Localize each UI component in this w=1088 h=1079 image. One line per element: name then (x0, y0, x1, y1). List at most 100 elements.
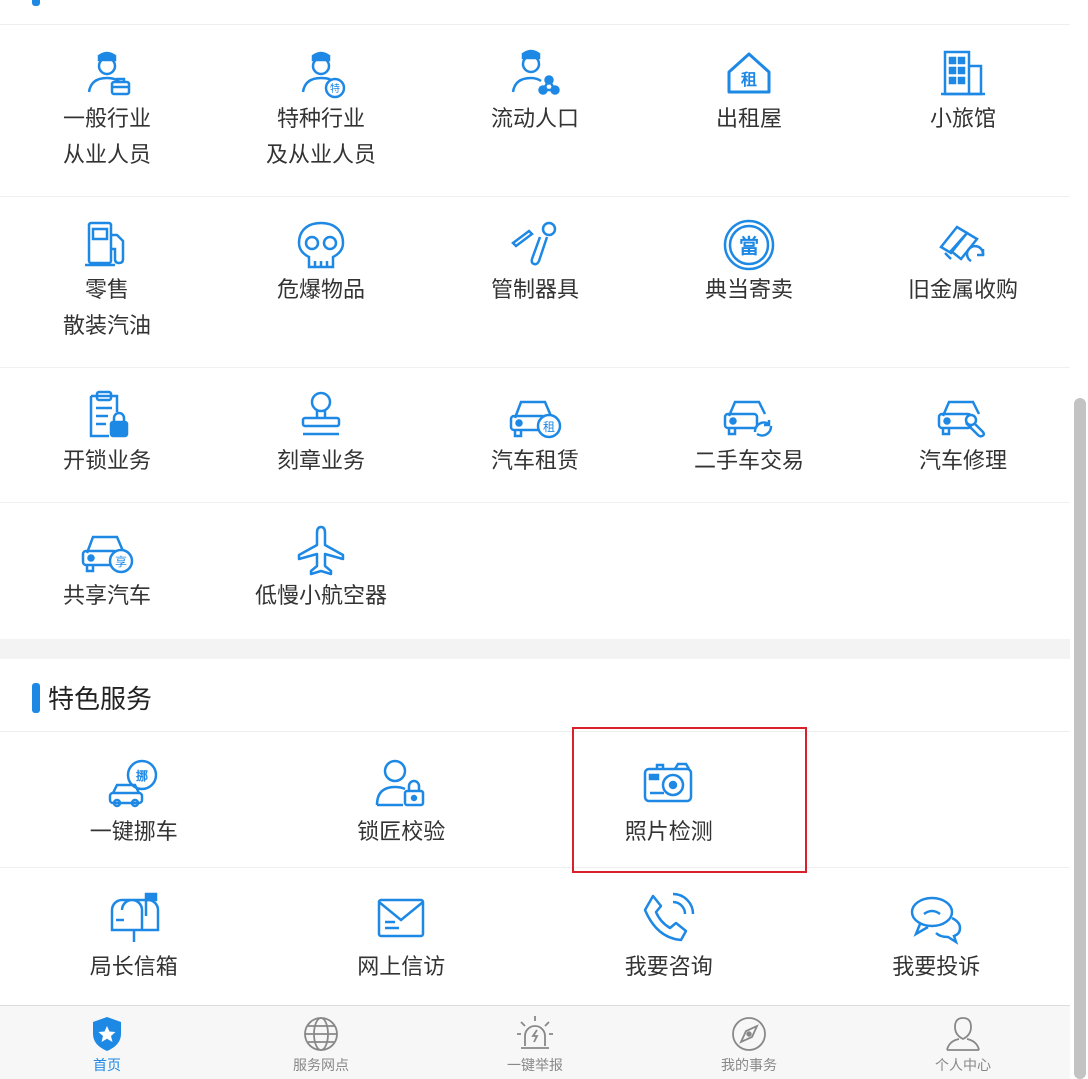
svg-text:享: 享 (115, 554, 127, 569)
service-item-retail-fuel[interactable]: 零售 散装汽油 (0, 197, 214, 367)
section2-grid: 挪 一键挪车 锁匠校验 照片检测 局长信箱 网上信访 我要咨询 我要投诉 (0, 733, 1070, 1005)
feature-item-complaint[interactable]: 我要投诉 (803, 868, 1071, 1005)
airplane-icon (293, 523, 349, 579)
feature-item-director-mailbox[interactable]: 局长信箱 (0, 868, 268, 1005)
car-rent-icon: 租 (507, 388, 563, 444)
envelope-icon (373, 890, 429, 946)
item-label: 小旅馆 (929, 107, 996, 132)
section2-title: 特色服务 (48, 685, 153, 715)
person-network-icon (507, 46, 563, 102)
item-label: 局长信箱 (89, 955, 178, 980)
tab-home[interactable]: 首页 (0, 1006, 214, 1079)
section-accent-bar (32, 683, 40, 713)
grid-row: 零售 散装汽油 危爆物品 管制器具 當 典当寄卖 旧金属收购 (0, 197, 1070, 368)
section-accent-bar (32, 0, 40, 6)
service-item-small-hotel[interactable]: 小旅馆 (856, 26, 1070, 196)
service-item-controlled-tools[interactable]: 管制器具 (428, 197, 642, 367)
item-label: 危爆物品 (276, 278, 365, 303)
item-label: 流动人口 (490, 107, 579, 132)
service-item-seal-carving[interactable]: 刻章业务 (214, 368, 428, 502)
bottom-tab-bar: 首页 服务网点 一键举报 我的事务 个人中心 (0, 1005, 1070, 1079)
svg-text:當: 當 (739, 234, 759, 258)
item-label: 零售 (84, 278, 129, 303)
scrollbar[interactable] (1074, 398, 1086, 1079)
item-label: 我要投诉 (892, 955, 981, 980)
empty-cell (642, 503, 856, 638)
item-label: 汽车修理 (918, 449, 1007, 474)
tab-label: 我的事务 (721, 1058, 777, 1074)
item-label: 二手车交易 (693, 449, 804, 474)
chat-bubbles-icon (908, 890, 964, 946)
empty-cell (803, 733, 1071, 867)
feature-item-move-car[interactable]: 挪 一键挪车 (0, 733, 268, 867)
service-item-car-rental[interactable]: 租 汽车租赁 (428, 368, 642, 502)
skull-icon (293, 217, 349, 273)
item-label: 开锁业务 (62, 449, 151, 474)
grid-row: 局长信箱 网上信访 我要咨询 我要投诉 (0, 868, 1070, 1005)
phone-call-icon (641, 890, 697, 946)
section1-header (0, 0, 1070, 25)
tab-service-outlets[interactable]: 服务网点 (214, 1006, 428, 1079)
item-label: 特种行业 (276, 107, 365, 132)
service-item-low-slow-small-aircraft[interactable]: 低慢小航空器 (214, 503, 428, 638)
person-special-icon: 特 (293, 46, 349, 102)
grid-row: 开锁业务 刻章业务 租 汽车租赁 二手车交易 汽车修理 (0, 368, 1070, 503)
service-item-general-industry[interactable]: 一般行业 从业人员 (0, 26, 214, 196)
person-briefcase-icon (79, 46, 135, 102)
item-label: 旧金属收购 (907, 278, 1018, 303)
compass-icon (729, 1014, 769, 1054)
empty-cell (856, 503, 1070, 638)
tab-label: 一键举报 (507, 1058, 563, 1074)
item-label: 网上信访 (357, 955, 446, 980)
service-item-hazardous-items[interactable]: 危爆物品 (214, 197, 428, 367)
alarm-light-icon (515, 1014, 555, 1054)
user-icon (943, 1014, 983, 1054)
service-item-car-sharing[interactable]: 享 共享汽车 (0, 503, 214, 638)
item-label: 汽车租赁 (490, 449, 579, 474)
item-label: 共享汽车 (62, 584, 151, 609)
tab-label: 首页 (93, 1058, 121, 1074)
feature-item-consult[interactable]: 我要咨询 (535, 868, 803, 1005)
service-item-rental-house[interactable]: 租 出租屋 (642, 26, 856, 196)
service-item-scrap-metal[interactable]: 旧金属收购 (856, 197, 1070, 367)
item-label: 刻章业务 (276, 449, 365, 474)
item-label-line2: 从业人员 (62, 143, 151, 168)
scrap-metal-icon (935, 217, 991, 273)
tab-one-click-report[interactable]: 一键举报 (428, 1006, 642, 1079)
globe-icon (301, 1014, 341, 1054)
tab-personal-center[interactable]: 个人中心 (856, 1006, 1070, 1079)
item-label-line2: 及从业人员 (265, 143, 376, 168)
service-item-floating-population[interactable]: 流动人口 (428, 26, 642, 196)
stamp-icon (293, 388, 349, 444)
service-item-special-industry[interactable]: 特 特种行业 及从业人员 (214, 26, 428, 196)
clipboard-lock-icon (79, 388, 135, 444)
feature-item-online-petition[interactable]: 网上信访 (268, 868, 536, 1005)
feature-item-photo-check[interactable]: 照片检测 (535, 733, 803, 867)
service-item-car-repair[interactable]: 汽车修理 (856, 368, 1070, 502)
tab-my-affairs[interactable]: 我的事务 (642, 1006, 856, 1079)
item-label: 典当寄卖 (704, 278, 793, 303)
service-item-used-car-trade[interactable]: 二手车交易 (642, 368, 856, 502)
fuel-pump-icon (79, 217, 135, 273)
pawn-icon: 當 (721, 217, 777, 273)
item-label: 出租屋 (715, 107, 782, 132)
grid-row: 享 共享汽车 低慢小航空器 (0, 503, 1070, 638)
item-label: 一般行业 (62, 107, 151, 132)
item-label: 照片检测 (624, 820, 713, 845)
empty-cell (428, 503, 642, 638)
section1-grid: 一般行业 从业人员 特 特种行业 及从业人员 流动人口 租 出租屋 小旅馆 零售… (0, 26, 1070, 638)
police-badge-icon (87, 1014, 127, 1054)
service-item-pawn-consignment[interactable]: 當 典当寄卖 (642, 197, 856, 367)
feature-item-locksmith-verify[interactable]: 锁匠校验 (268, 733, 536, 867)
svg-text:挪: 挪 (136, 768, 148, 783)
svg-text:特: 特 (330, 83, 340, 95)
camera-icon (641, 755, 697, 811)
tab-label: 个人中心 (935, 1058, 991, 1074)
service-item-unlocking[interactable]: 开锁业务 (0, 368, 214, 502)
tab-label: 服务网点 (293, 1058, 349, 1074)
car-exchange-icon (721, 388, 777, 444)
controlled-tool-icon (507, 217, 563, 273)
mailbox-icon (106, 890, 162, 946)
item-label: 低慢小航空器 (254, 584, 387, 609)
rental-house-icon: 租 (721, 46, 777, 102)
